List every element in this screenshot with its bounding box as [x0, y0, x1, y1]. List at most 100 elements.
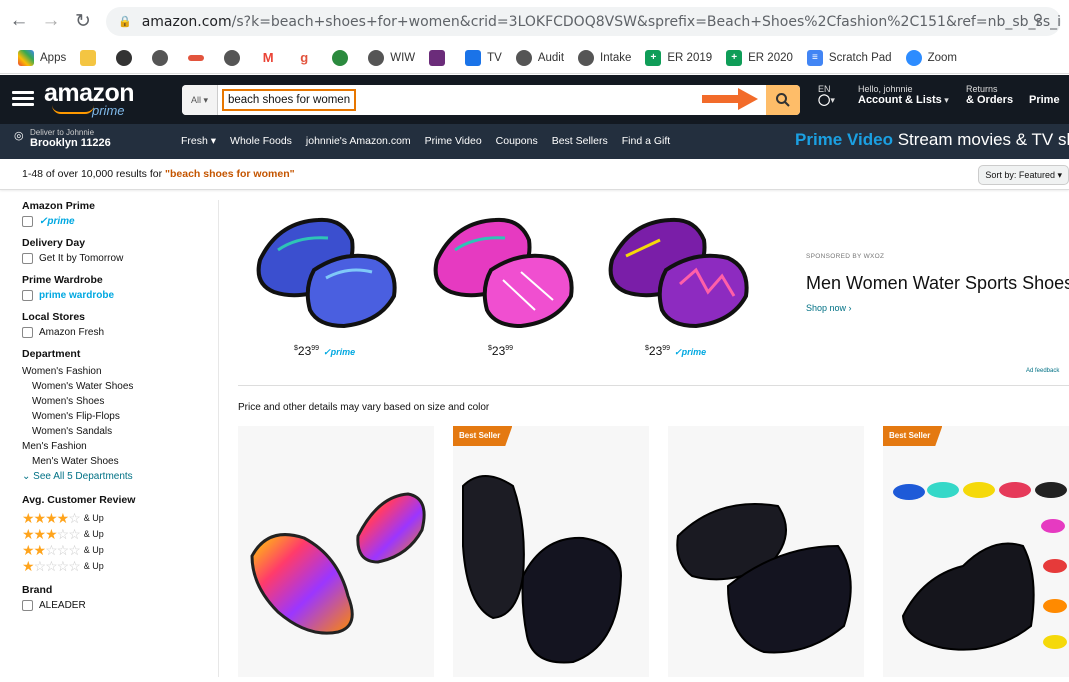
checkbox[interactable] [22, 290, 33, 301]
folder-icon [80, 49, 97, 66]
bookmark-scratchpad[interactable]: ≡ Scratch Pad [806, 49, 892, 66]
dept-mens-water-shoes[interactable]: Men's Water Shoes [22, 454, 212, 469]
star-rating-icon: ★☆☆☆☆ [22, 557, 81, 574]
dept-mens-fashion[interactable]: Men's Fashion [22, 439, 212, 454]
results-bar: 1-48 of over 10,000 results for "beach s… [0, 159, 1069, 190]
forward-icon[interactable]: → [38, 8, 64, 34]
product-card[interactable] [238, 426, 434, 677]
see-all-departments[interactable]: ⌄ See All 5 Departments [22, 469, 212, 484]
bookmark-wiw[interactable]: WIW [368, 49, 415, 66]
prime-badge-icon: ✓prime [674, 347, 707, 357]
dept-womens-sandals[interactable]: Women's Sandals [22, 424, 212, 439]
returns-orders[interactable]: Returns & Orders [966, 84, 1013, 106]
filter-heading-department: Department [22, 348, 81, 360]
rating-1-up[interactable]: ★☆☆☆☆ & Up [22, 558, 212, 574]
banner-price-1[interactable]: $2399 ✓prime [294, 344, 355, 358]
search-category-dropdown[interactable]: All ▾ [182, 85, 218, 115]
tv-icon [465, 49, 482, 66]
prime-menu[interactable]: Prime [1029, 95, 1060, 106]
bookmark-zoom[interactable]: Zoom [905, 49, 957, 66]
bookmark-folder[interactable] [80, 49, 102, 66]
account-menu[interactable]: Hello, johnnie Account & Lists ▾ [858, 84, 949, 106]
address-bar[interactable]: 🔒 amazon.com/s?k=beach+shoes+for+women&c… [106, 7, 1061, 36]
product-card[interactable]: Best Seller [453, 426, 649, 677]
globe-icon: ◯ [818, 94, 831, 106]
apps-grid-icon [18, 49, 34, 66]
subnav-johnnies-amazon[interactable]: johnnie's Amazon.com [306, 135, 411, 147]
deliver-to[interactable]: ◎ Deliver to Johnnie Brooklyn 11226 [14, 128, 111, 149]
search-input[interactable]: beach shoes for women [218, 85, 766, 115]
subnav-prime-video[interactable]: Prime Video [425, 135, 482, 147]
bookmark-er2019[interactable]: + ER 2019 [645, 49, 712, 66]
banner-shoe-image-purple[interactable] [600, 200, 760, 340]
bookmark-tv[interactable]: TV [465, 49, 502, 66]
star-rating-icon: ★★☆☆☆ [22, 541, 81, 558]
results-query: "beach shoes for women" [165, 168, 295, 180]
prime-video-promo[interactable]: Prime Video Stream movies & TV shows [795, 130, 1069, 150]
dept-womens-flip-flops[interactable]: Women's Flip-Flops [22, 409, 212, 424]
banner-shoe-image-blue[interactable] [248, 200, 408, 340]
menu-icon[interactable] [12, 88, 34, 108]
bookmark-g[interactable]: g [296, 49, 318, 66]
bookmark-apple[interactable] [116, 49, 138, 66]
banner-price-3[interactable]: $2399 ✓prime [645, 344, 706, 358]
bookmark-globe[interactable] [152, 49, 174, 66]
arrow-annotation-icon [702, 88, 758, 110]
language-selector[interactable]: EN ◯▾ [818, 84, 835, 106]
checkbox[interactable] [22, 216, 33, 227]
reload-icon[interactable]: ↻ [70, 8, 96, 34]
chevron-down-icon: ⌄ [22, 471, 31, 482]
leaf-icon [332, 49, 349, 66]
bookmark-gmail[interactable]: M [260, 49, 282, 66]
product-card[interactable]: Best Seller [883, 426, 1069, 677]
dept-womens-shoes[interactable]: Women's Shoes [22, 394, 212, 409]
subnav-find-a-gift[interactable]: Find a Gift [622, 135, 670, 147]
sort-dropdown[interactable]: Sort by: Featured ▾ [978, 165, 1069, 185]
bookmark-purple[interactable] [429, 49, 451, 66]
sponsored-label: SPONSORED BY WXOZ [806, 253, 885, 260]
rating-4-up[interactable]: ★★★★☆ & Up [22, 510, 212, 526]
zoom-icon[interactable]: ⚲ [1033, 12, 1043, 28]
back-icon[interactable]: ← [6, 8, 32, 34]
bookmark-red[interactable] [188, 54, 210, 61]
subnav-whole-foods[interactable]: Whole Foods [230, 135, 292, 147]
dept-womens-water-shoes[interactable]: Women's Water Shoes [22, 379, 212, 394]
product-image-black-water-shoes [462, 475, 623, 664]
bookmark-globe-2[interactable] [224, 49, 246, 66]
checkbox[interactable] [22, 253, 33, 264]
globe-icon [152, 49, 169, 66]
filter-heading-review: Avg. Customer Review [22, 494, 136, 506]
filter-amazon-fresh[interactable]: Amazon Fresh [22, 327, 212, 338]
subnav-fresh[interactable]: Fresh ▾ [181, 135, 216, 147]
filter-tomorrow[interactable]: Get It by Tomorrow [22, 253, 212, 264]
banner-price-2[interactable]: $2399 [488, 344, 513, 358]
sidebar-divider [218, 200, 219, 677]
filter-brand-aleader[interactable]: ALEADER [22, 600, 212, 611]
bookmark-er2020[interactable]: + ER 2020 [726, 49, 793, 66]
checkbox[interactable] [22, 600, 33, 611]
red-bar-icon [188, 54, 205, 61]
bookmark-intake[interactable]: Intake [578, 49, 631, 66]
gmail-icon: M [260, 49, 277, 66]
subnav-best-sellers[interactable]: Best Sellers [552, 135, 608, 147]
browser-toolbar: ← → ↻ 🔒 amazon.com/s?k=beach+shoes+for+w… [0, 0, 1069, 42]
search-button[interactable] [766, 85, 800, 115]
subnav-coupons[interactable]: Coupons [496, 135, 538, 147]
banner-shoe-image-pink[interactable] [425, 200, 585, 340]
bookmark-audit[interactable]: Audit [515, 49, 564, 66]
shop-now-link[interactable]: Shop now › [806, 303, 852, 313]
product-image-black-slip-on-shoes [676, 503, 852, 654]
banner-title[interactable]: Men Women Water Sports Shoes [806, 273, 1069, 294]
checkbox[interactable] [22, 327, 33, 338]
filter-prime[interactable]: ✓prime [22, 216, 212, 227]
filter-heading-brand: Brand [22, 584, 53, 596]
product-card[interactable] [668, 426, 864, 677]
dept-womens-fashion[interactable]: Women's Fashion [22, 364, 212, 379]
amazon-prime-logo[interactable]: amazon prime [44, 81, 135, 119]
filter-prime-wardrobe[interactable]: prime wardrobe [22, 290, 212, 301]
rating-3-up[interactable]: ★★★☆☆ & Up [22, 526, 212, 542]
rating-2-up[interactable]: ★★☆☆☆ & Up [22, 542, 212, 558]
bookmark-apps[interactable]: Apps [18, 49, 66, 66]
ad-feedback-link[interactable]: Ad feedback [1026, 368, 1059, 374]
bookmark-green[interactable] [332, 49, 354, 66]
